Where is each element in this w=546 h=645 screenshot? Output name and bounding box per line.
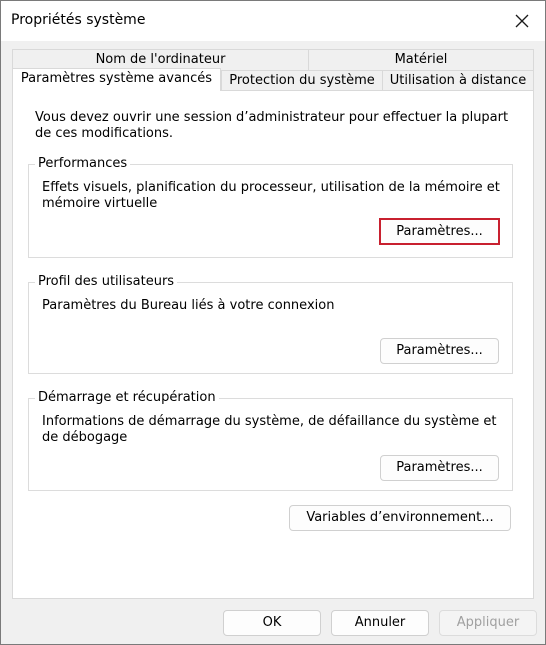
group-performance-description: Effets visuels, planification du process… — [42, 180, 500, 211]
close-icon — [515, 14, 529, 28]
apply-button[interactable]: Appliquer — [439, 610, 537, 636]
ok-button[interactable]: OK — [223, 610, 321, 636]
user-profiles-settings-button[interactable]: Paramètres... — [380, 338, 499, 364]
group-performance: Performances Effets visuels, planificati… — [28, 155, 513, 258]
tab-computer-name-label: Nom de l'ordinateur — [95, 52, 226, 67]
system-properties-dialog: Propriétés système Nom de l'ordinateur M… — [0, 0, 546, 645]
tab-advanced-settings[interactable]: Paramètres système avancés — [12, 68, 221, 91]
tab-remote-label: Utilisation à distance — [389, 73, 527, 88]
tab-hardware[interactable]: Matériel — [308, 49, 534, 71]
group-startup-recovery: Démarrage et récupération Informations d… — [28, 389, 513, 491]
startup-recovery-settings-button[interactable]: Paramètres... — [380, 455, 499, 481]
group-performance-title: Performances — [35, 155, 131, 173]
tab-hardware-label: Matériel — [394, 52, 448, 67]
close-button[interactable] — [499, 1, 545, 41]
group-startup-recovery-title: Démarrage et récupération — [35, 389, 219, 407]
group-user-profiles-description: Paramètres du Bureau liés à votre connex… — [42, 298, 335, 313]
group-user-profiles-title: Profil des utilisateurs — [35, 273, 178, 291]
performance-settings-button[interactable]: Paramètres... — [379, 218, 500, 245]
group-startup-recovery-description: Informations de démarrage du système, de… — [42, 414, 497, 445]
title-bar: Propriétés système — [1, 1, 545, 41]
tab-advanced-settings-label: Paramètres système avancés — [20, 71, 213, 86]
environment-variables-button[interactable]: Variables d’environnement... — [289, 505, 511, 531]
cancel-button[interactable]: Annuler — [331, 610, 429, 636]
tab-system-protection-label: Protection du système — [229, 73, 375, 88]
tab-remote[interactable]: Utilisation à distance — [382, 70, 534, 91]
tab-panel-advanced: Vous devez ouvrir une session d’administ… — [12, 90, 534, 599]
admin-info-text: Vous devez ouvrir une session d’administ… — [35, 110, 509, 141]
group-user-profiles: Profil des utilisateurs Paramètres du Bu… — [28, 273, 513, 374]
window-title: Propriétés système — [11, 12, 146, 28]
tab-system-protection[interactable]: Protection du système — [221, 70, 383, 91]
